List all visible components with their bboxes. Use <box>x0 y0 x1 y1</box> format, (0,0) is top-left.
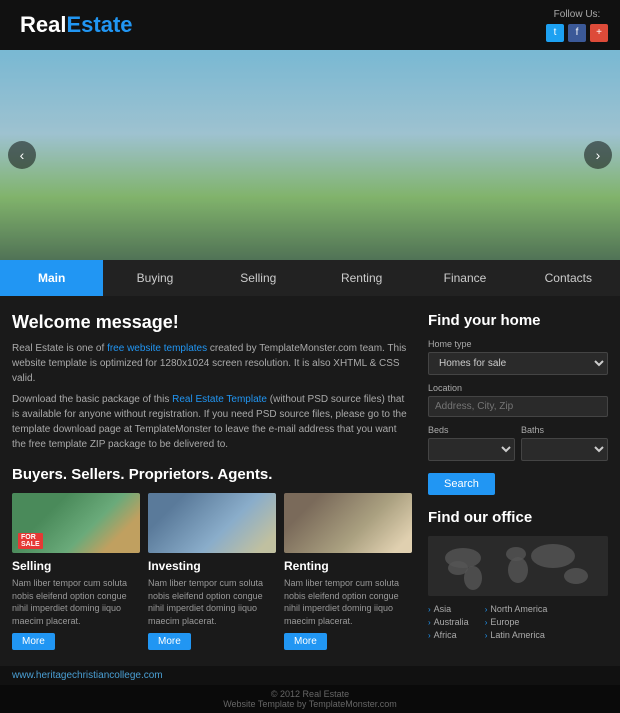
logo-real: Real <box>20 12 66 37</box>
footer-bar: www.heritagechristiancollege.com <box>0 666 620 685</box>
main-content: Welcome message! Real Estate is one of f… <box>0 296 620 666</box>
card-selling: FORSALE Selling Nam liber tempor cum sol… <box>12 493 140 650</box>
follow-us-section: Follow Us: t f + <box>546 9 608 42</box>
location-input[interactable] <box>428 396 608 417</box>
region-australia: › Australia <box>428 617 469 627</box>
region-europe: › Europe <box>485 617 548 627</box>
footer-copyright: © 2012 Real Estate Website Template by T… <box>0 685 620 713</box>
beds-group: Beds 1+ 2+ 3+ <box>428 425 515 461</box>
hero-overlay <box>0 50 620 260</box>
real-estate-template-link[interactable]: Real Estate Template <box>172 394 267 405</box>
logo-estate: Estate <box>66 12 132 37</box>
more-button-investing[interactable]: More <box>148 633 191 650</box>
region-label-australia: Australia <box>434 617 469 627</box>
nav-main[interactable]: Main <box>0 260 103 296</box>
home-type-group: Home type Homes for sale Apartments Cond… <box>428 339 608 375</box>
header: RealEstate Follow Us: t f + <box>0 0 620 50</box>
footer-template-by: Website Template by TemplateMonster.com <box>223 699 397 709</box>
region-arrow-north-america: › <box>485 605 488 614</box>
logo: RealEstate <box>12 8 141 42</box>
card-image-investing <box>148 493 276 553</box>
facebook-icon[interactable]: f <box>568 24 586 42</box>
right-sidebar: Find your home Home type Homes for sale … <box>428 312 608 650</box>
card-text-selling: Nam liber tempor cum soluta nobis eleife… <box>12 577 140 627</box>
property-cards: FORSALE Selling Nam liber tempor cum sol… <box>12 493 412 650</box>
find-office-title: Find our office <box>428 509 608 526</box>
home-type-select[interactable]: Homes for sale Apartments Condos <box>428 352 608 375</box>
more-button-renting[interactable]: More <box>284 633 327 650</box>
region-label-europe: Europe <box>490 617 519 627</box>
buyers-section-title: Buyers. Sellers. Proprietors. Agents. <box>12 466 412 483</box>
card-image-renting <box>284 493 412 553</box>
hero-next-arrow[interactable]: › <box>584 141 612 169</box>
region-label-africa: Africa <box>434 630 457 640</box>
region-north-america: › North America <box>485 604 548 614</box>
location-group: Location <box>428 383 608 417</box>
beds-select[interactable]: 1+ 2+ 3+ <box>428 438 515 461</box>
nav-buying[interactable]: Buying <box>103 260 206 296</box>
welcome-text-2: Download the basic package of this Real … <box>12 392 412 452</box>
hero-banner: ‹ › <box>0 50 620 260</box>
card-renting: Renting Nam liber tempor cum soluta nobi… <box>284 493 412 650</box>
region-arrow-asia: › <box>428 605 431 614</box>
nav-selling[interactable]: Selling <box>207 260 310 296</box>
beds-baths-row: Beds 1+ 2+ 3+ Baths 1+ 2+ <box>428 425 608 469</box>
card-text-renting: Nam liber tempor cum soluta nobis eleife… <box>284 577 412 627</box>
welcome-title: Welcome message! <box>12 312 412 333</box>
regions-list: › Asia › Australia › Africa › No <box>428 604 608 640</box>
footer-copy-text: © 2012 Real Estate <box>271 689 349 699</box>
find-home-title: Find your home <box>428 312 608 329</box>
region-label-asia: Asia <box>434 604 452 614</box>
region-arrow-latin-america: › <box>485 631 488 640</box>
baths-select[interactable]: 1+ 2+ <box>521 438 608 461</box>
home-type-label: Home type <box>428 339 608 349</box>
region-label-latin-america: Latin America <box>490 630 545 640</box>
card-investing: Investing Nam liber tempor cum soluta no… <box>148 493 276 650</box>
region-arrow-africa: › <box>428 631 431 640</box>
footer-url: www.heritagechristiancollege.com <box>12 670 163 681</box>
welcome-text-1: Real Estate is one of free website templ… <box>12 341 412 386</box>
content-left: Welcome message! Real Estate is one of f… <box>12 312 428 650</box>
region-col-right: › North America › Europe › Latin America <box>485 604 548 640</box>
main-nav: Main Buying Selling Renting Finance Cont… <box>0 260 620 296</box>
location-label: Location <box>428 383 608 393</box>
find-office-section: Find our office <box>428 509 608 640</box>
card-text-investing: Nam liber tempor cum soluta nobis eleife… <box>148 577 276 627</box>
card-title-renting: Renting <box>284 559 412 573</box>
follow-label: Follow Us: <box>546 9 608 20</box>
card-title-investing: Investing <box>148 559 276 573</box>
region-asia: › Asia <box>428 604 469 614</box>
region-col-left: › Asia › Australia › Africa <box>428 604 469 640</box>
region-arrow-europe: › <box>485 618 488 627</box>
region-arrow-australia: › <box>428 618 431 627</box>
nav-contacts[interactable]: Contacts <box>517 260 620 296</box>
card-image-selling: FORSALE <box>12 493 140 553</box>
world-map <box>428 536 608 596</box>
baths-group: Baths 1+ 2+ <box>521 425 608 461</box>
region-africa: › Africa <box>428 630 469 640</box>
card-title-selling: Selling <box>12 559 140 573</box>
baths-label: Baths <box>521 425 608 435</box>
more-button-selling[interactable]: More <box>12 633 55 650</box>
hero-prev-arrow[interactable]: ‹ <box>8 141 36 169</box>
googleplus-icon[interactable]: + <box>590 24 608 42</box>
twitter-icon[interactable]: t <box>546 24 564 42</box>
region-label-north-america: North America <box>490 604 547 614</box>
social-icons: t f + <box>546 24 608 42</box>
for-sale-sign: FORSALE <box>18 533 43 549</box>
region-latin-america: › Latin America <box>485 630 548 640</box>
nav-renting[interactable]: Renting <box>310 260 413 296</box>
search-button[interactable]: Search <box>428 473 495 495</box>
free-templates-link[interactable]: free website templates <box>107 343 207 354</box>
nav-finance[interactable]: Finance <box>413 260 516 296</box>
beds-label: Beds <box>428 425 515 435</box>
